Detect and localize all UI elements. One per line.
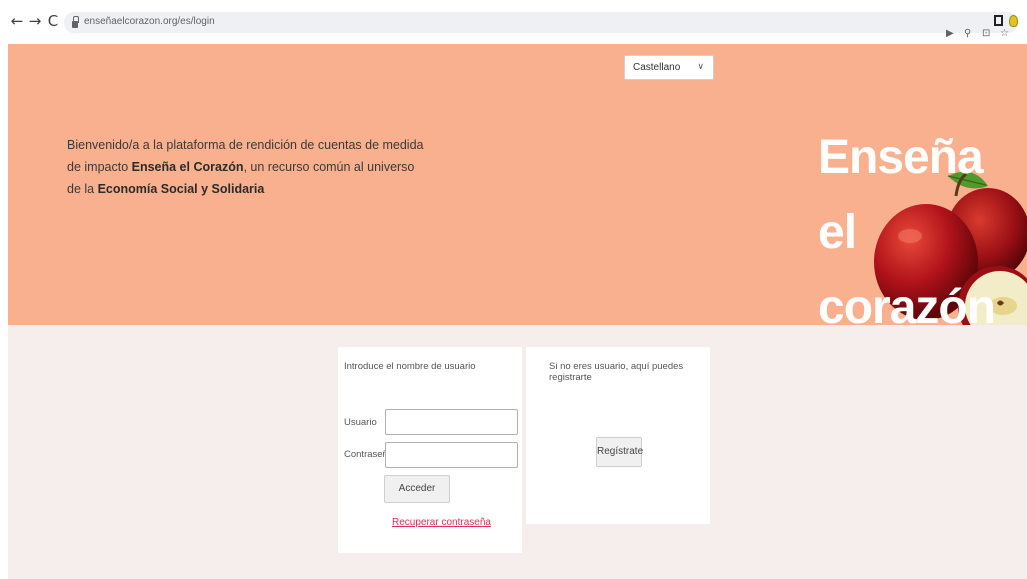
reload-icon[interactable]: C (44, 12, 62, 30)
login-title: Introduce el nombre de usuario (344, 361, 476, 372)
lock-icon[interactable] (72, 16, 79, 28)
star-icon[interactable]: ☆ (1000, 29, 1010, 39)
language-select-value: Castellano (633, 62, 681, 73)
hero-banner: Castellano ∨ Bienvenido/a a la plataform… (8, 44, 1027, 325)
recover-password-link[interactable]: Recuperar contraseña (392, 517, 491, 528)
zoom-icon[interactable]: ⚲ (964, 29, 974, 39)
register-title: Si no eres usuario, aquí puedes registra… (549, 361, 684, 383)
password-input[interactable] (385, 442, 518, 468)
logo-text: Enseña el corazón (818, 120, 1027, 325)
logo-line: corazón (818, 281, 996, 325)
logo: Enseña el corazón (798, 84, 1027, 325)
browser-toolbar: ← → C enseñaelcorazon.org/es/login ▶ ⚲ ⊡… (0, 0, 1027, 44)
chevron-down-icon: ∨ (697, 62, 704, 72)
extension-square-icon[interactable] (994, 15, 1003, 26)
extension-bulb-icon[interactable] (1009, 15, 1018, 27)
username-label: Usuario (344, 417, 377, 428)
welcome-text: Bienvenido/a a la plataforma de rendició… (67, 134, 427, 200)
brand-name: Enseña el Corazón (131, 160, 244, 174)
username-input[interactable] (385, 409, 518, 435)
share-icon[interactable]: ▶ (946, 29, 956, 39)
extensions (994, 15, 1018, 27)
address-bar-actions: ▶ ⚲ ⊡ ☆ (946, 26, 1010, 42)
logo-line: Enseña el (818, 131, 984, 259)
register-card: Si no eres usuario, aquí puedes registra… (526, 347, 710, 524)
address-bar[interactable]: enseñaelcorazon.org/es/login ▶ ⚲ ⊡ ☆ (64, 12, 1018, 39)
language-select[interactable]: Castellano ∨ (624, 55, 714, 80)
main-content: Introduce el nombre de usuario Usuario C… (8, 325, 1027, 579)
back-icon[interactable]: ← (8, 12, 26, 30)
install-icon[interactable]: ⊡ (982, 29, 992, 39)
economy-name: Economía Social y Solidaria (97, 182, 265, 196)
url-text[interactable]: enseñaelcorazon.org/es/login (84, 16, 215, 27)
register-button[interactable]: Regístrate (596, 437, 643, 467)
forward-icon[interactable]: → (26, 12, 44, 30)
login-card: Introduce el nombre de usuario Usuario C… (338, 347, 522, 553)
login-button[interactable]: Acceder (384, 475, 450, 503)
